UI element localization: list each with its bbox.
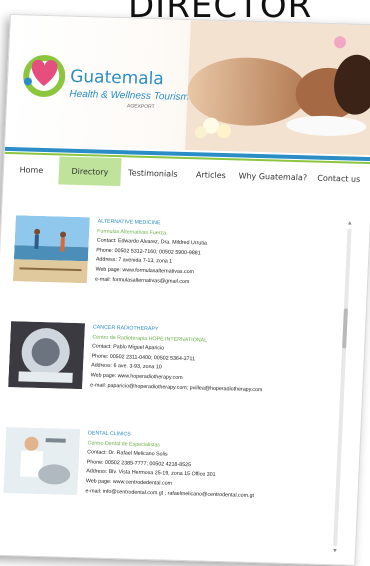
- dental-clinic-photo: [3, 427, 81, 496]
- website-page: Guatemala Health & Wellness Tourism AGEX…: [0, 14, 370, 566]
- nav-articles[interactable]: Articles: [184, 160, 237, 189]
- nav-contact[interactable]: Contact us: [308, 163, 369, 193]
- nav-home[interactable]: Home: [3, 155, 59, 185]
- list-item: ALTERNATIVE MEDICINE Formulas Alternativ…: [12, 215, 336, 320]
- radiotherapy-photo: [8, 321, 86, 390]
- brand-tagline: Health & Wellness Tourism: [69, 88, 190, 104]
- header-banner: Guatemala Health & Wellness Tourism AGEX…: [5, 15, 370, 156]
- scroll-up-arrow-icon[interactable]: ▲: [347, 220, 353, 226]
- list-item: DENTAL CLINICS Centro Dental de Especial…: [2, 427, 326, 532]
- scroll-down-arrow-icon[interactable]: ▼: [332, 548, 338, 554]
- brand-name: Guatemala: [69, 66, 165, 90]
- scrollbar-thumb[interactable]: [342, 308, 348, 349]
- nav-directory[interactable]: Directory: [58, 156, 122, 187]
- nav-testimonials[interactable]: Testimonials: [120, 158, 185, 188]
- nav-why-guatemala[interactable]: Why Guatemala?: [236, 161, 309, 191]
- brand-sub: AGEXPORT: [126, 103, 155, 111]
- directory-list: ALTERNATIVE MEDICINE Formulas Alternativ…: [1, 215, 346, 554]
- beach-yoga-photo: [12, 215, 90, 284]
- list-item: CANCER RADIOTHERAPY Centro de Radioterap…: [7, 321, 331, 426]
- heart-logo-icon: [23, 54, 66, 97]
- spa-woman-photo: [184, 20, 370, 156]
